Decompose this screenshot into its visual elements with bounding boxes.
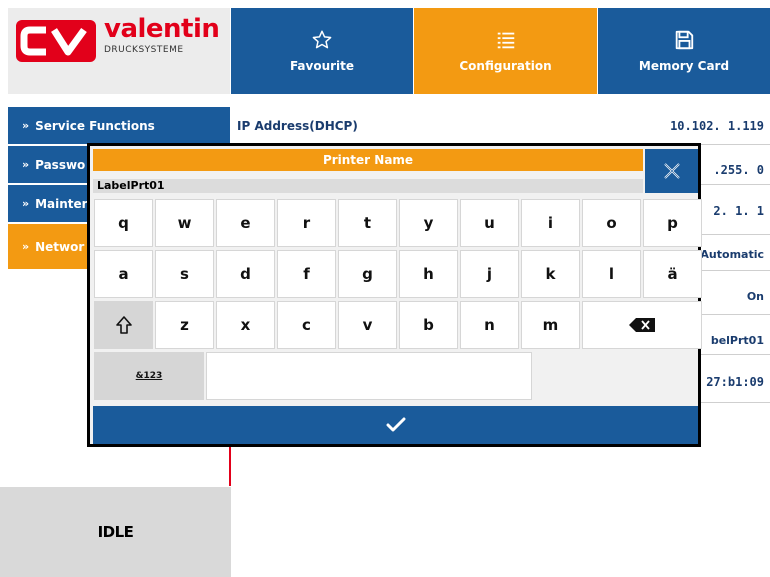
logo-name: valentin xyxy=(104,14,220,44)
symbols-key[interactable]: &123 xyxy=(94,352,204,400)
printer-name-input[interactable]: LabelPrt01 xyxy=(93,179,643,193)
row-divider xyxy=(690,402,770,403)
key[interactable]: m xyxy=(521,301,580,349)
key[interactable]: h xyxy=(399,250,458,298)
key[interactable]: f xyxy=(277,250,336,298)
row-value-state: On xyxy=(746,290,764,303)
double-chevron-icon: » xyxy=(22,119,30,132)
row-value-mode: Automatic xyxy=(700,248,764,261)
row-divider xyxy=(690,184,770,185)
printer-config-screen: valentin DRUCKSYSTEME Favourite Configur… xyxy=(0,0,770,577)
logo-subtitle: DRUCKSYSTEME xyxy=(104,45,184,55)
sidebar-item-service-functions[interactable]: » Service Functions xyxy=(8,107,230,145)
confirm-button[interactable] xyxy=(93,406,698,444)
key[interactable]: r xyxy=(277,199,336,247)
row-divider xyxy=(690,314,770,315)
key[interactable]: l xyxy=(582,250,641,298)
backspace-icon xyxy=(629,318,655,332)
backspace-key[interactable] xyxy=(582,301,702,349)
tab-configuration-label: Configuration xyxy=(459,59,552,73)
key[interactable]: n xyxy=(460,301,519,349)
row-value-printer-name: belPrt01 xyxy=(710,334,764,347)
key[interactable]: e xyxy=(216,199,275,247)
close-button[interactable] xyxy=(645,149,698,193)
row-label: IP Address(DHCP) xyxy=(237,118,358,133)
key[interactable]: v xyxy=(338,301,397,349)
key[interactable]: w xyxy=(155,199,214,247)
tab-memory-card[interactable]: Memory Card xyxy=(598,8,770,94)
key[interactable]: x xyxy=(216,301,275,349)
key[interactable]: k xyxy=(521,250,580,298)
double-chevron-icon: » xyxy=(22,240,30,253)
key[interactable]: q xyxy=(94,199,153,247)
key[interactable]: o xyxy=(582,199,641,247)
scroll-indicator xyxy=(229,444,231,486)
key[interactable]: i xyxy=(521,199,580,247)
key[interactable]: ä xyxy=(643,250,702,298)
cv-logo-icon xyxy=(16,20,96,62)
key[interactable]: u xyxy=(460,199,519,247)
status-display: IDLE xyxy=(0,487,231,577)
key[interactable]: y xyxy=(399,199,458,247)
row-value-gateway: 2. 1. 1 xyxy=(713,204,764,218)
sidebar-item-label: Passwo xyxy=(35,157,86,172)
logo: valentin DRUCKSYSTEME xyxy=(8,8,230,94)
key[interactable]: s xyxy=(155,250,214,298)
key[interactable]: a xyxy=(94,250,153,298)
sidebar-item-label: Mainter xyxy=(35,196,88,211)
close-icon xyxy=(663,163,680,179)
key[interactable]: t xyxy=(338,199,397,247)
settings-row-ip-address[interactable]: IP Address(DHCP) 10.102. 1.119 xyxy=(231,107,770,145)
shift-key[interactable] xyxy=(94,301,153,349)
row-value-mac: 27:b1:09 xyxy=(706,375,764,389)
row-value-netmask: .255. 0 xyxy=(713,163,764,177)
save-icon xyxy=(675,30,694,50)
checkmark-icon xyxy=(386,417,405,432)
key[interactable]: d xyxy=(216,250,275,298)
list-icon xyxy=(497,32,514,49)
key[interactable]: b xyxy=(399,301,458,349)
key[interactable]: p xyxy=(643,199,702,247)
key[interactable]: j xyxy=(460,250,519,298)
dialog-title: Printer Name xyxy=(93,149,643,171)
double-chevron-icon: » xyxy=(22,197,30,210)
tab-favourite[interactable]: Favourite xyxy=(231,8,413,94)
key[interactable]: c xyxy=(277,301,336,349)
key[interactable]: g xyxy=(338,250,397,298)
tab-favourite-label: Favourite xyxy=(289,59,355,73)
row-divider xyxy=(690,234,770,235)
sidebar-item-label: Service Functions xyxy=(35,118,155,133)
tab-memory-card-label: Memory Card xyxy=(638,59,730,73)
row-divider xyxy=(690,354,770,355)
shift-arrow-icon xyxy=(115,316,132,334)
key[interactable]: z xyxy=(155,301,214,349)
symbols-key-label: &123 xyxy=(135,371,163,381)
double-chevron-icon: » xyxy=(22,158,30,171)
printer-name-dialog: Printer Name LabelPrt01 q w e r t y u i … xyxy=(87,143,702,447)
star-icon xyxy=(312,30,332,49)
sidebar-item-label: Networ xyxy=(35,240,85,254)
row-value: 10.102. 1.119 xyxy=(670,118,764,133)
space-key[interactable] xyxy=(206,352,532,400)
tab-configuration[interactable]: Configuration xyxy=(414,8,597,94)
row-divider xyxy=(690,270,770,271)
